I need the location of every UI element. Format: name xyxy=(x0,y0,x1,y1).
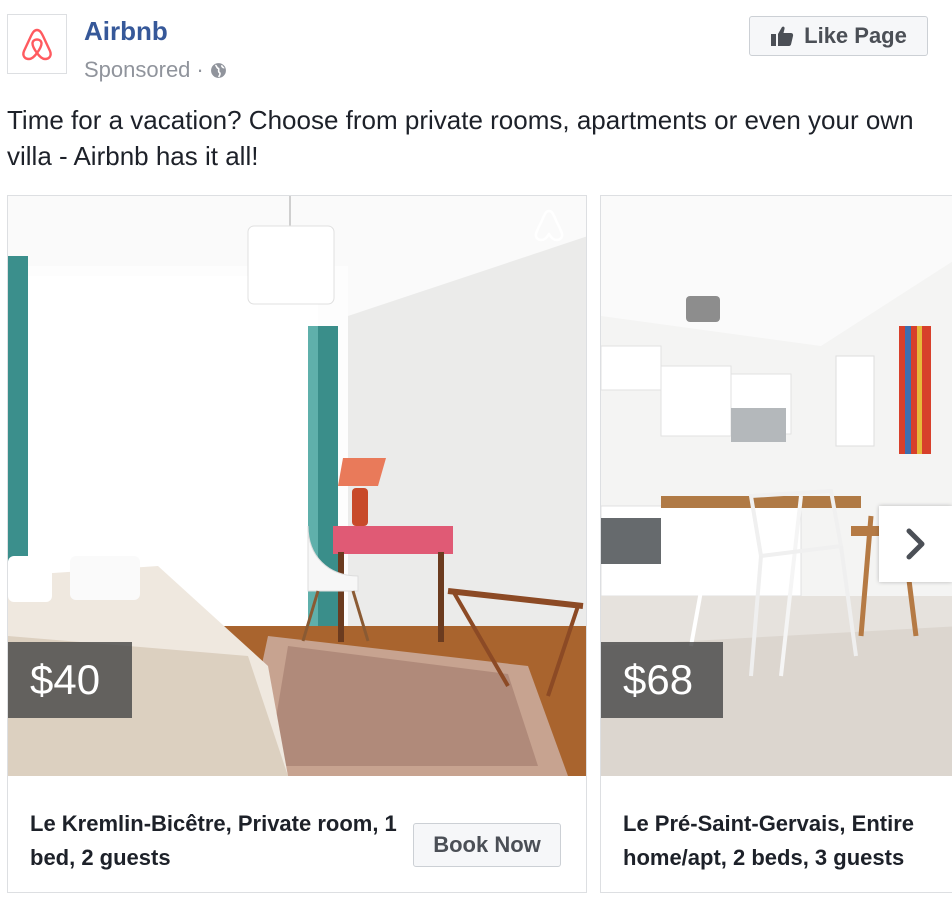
page-avatar[interactable] xyxy=(7,14,67,74)
price-badge: $68 xyxy=(601,642,723,718)
page-name-link[interactable]: Airbnb xyxy=(84,14,168,48)
globe-icon xyxy=(210,62,226,78)
sponsored-label[interactable]: Sponsored xyxy=(84,56,190,84)
post-text: Time for a vacation? Choose from private… xyxy=(7,105,914,171)
meta-separator: · xyxy=(196,57,204,82)
thumbs-up-icon xyxy=(771,26,794,46)
listing-title[interactable]: Le Kremlin-Bicêtre, Private room, 1 bed,… xyxy=(30,807,410,875)
airbnb-logo-icon xyxy=(22,28,52,61)
like-page-button[interactable]: Like Page xyxy=(749,16,928,56)
book-now-button[interactable]: Book Now xyxy=(413,823,561,867)
chevron-right-icon xyxy=(906,528,924,560)
card-footer: Le Pré-Saint-Gervais, Entire home/apt, 2… xyxy=(601,776,952,892)
listing-title[interactable]: Le Pré-Saint-Gervais, Entire home/apt, 2… xyxy=(623,807,952,875)
price-badge: $40 xyxy=(8,642,132,718)
post-meta: Sponsored · xyxy=(84,56,227,84)
card-footer: Le Kremlin-Bicêtre, Private room, 1 bed,… xyxy=(8,776,586,892)
like-page-label: Like Page xyxy=(804,23,907,48)
carousel-card[interactable]: $40 Le Kremlin-Bicêtre, Private room, 1 … xyxy=(7,195,587,893)
carousel-next-button[interactable] xyxy=(879,506,952,582)
